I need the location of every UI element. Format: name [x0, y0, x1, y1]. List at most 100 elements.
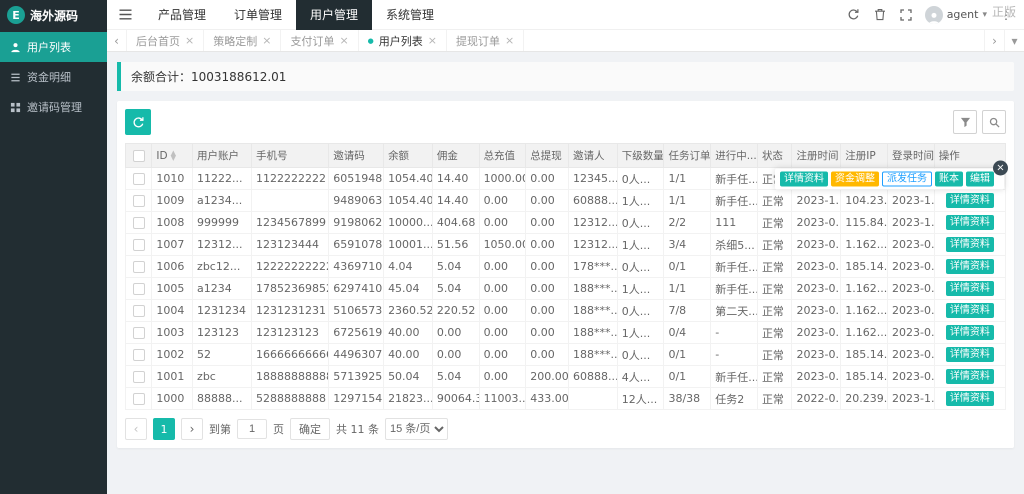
row-checkbox[interactable]: [133, 371, 145, 383]
next-page-button[interactable]: ›: [181, 418, 203, 440]
menu-toggle-icon[interactable]: [107, 0, 144, 30]
details-button[interactable]: 详情资料: [946, 391, 994, 406]
sidebar-item-user-list[interactable]: 用户列表: [0, 32, 107, 62]
table-header: ID ▲▼ 用户账户 手机号 邀请码 余额 佣金 总充值 总提现 邀请人: [126, 144, 1006, 168]
prev-page-button[interactable]: ‹: [125, 418, 147, 440]
more-vertical-icon[interactable]: ⋮: [994, 8, 1018, 22]
cell-invite-code: 6591078: [329, 234, 384, 256]
tab-strategy[interactable]: ● 策略定制 ×: [204, 30, 281, 51]
cell-in-progress: 杀细5...: [711, 234, 758, 256]
cell-task-orders: 1/1: [664, 190, 711, 212]
close-tab-icon[interactable]: ×: [505, 34, 514, 47]
confirm-page-button[interactable]: 确定: [290, 418, 330, 440]
goto-label: 到第: [209, 421, 231, 437]
cell-inviter: [568, 388, 617, 410]
details-button[interactable]: 详情资料: [946, 215, 994, 230]
close-tab-icon[interactable]: ×: [262, 34, 271, 47]
cell-task-orders: 3/4: [664, 234, 711, 256]
col-reg-time: 注册时间: [792, 144, 841, 168]
cell-phone: 1122222222: [251, 168, 328, 190]
row-checkbox[interactable]: [133, 217, 145, 229]
table-row: 1001 zbc 18888888888 5713925 50.04 5.04 …: [126, 366, 1006, 388]
details-button[interactable]: 详情资料: [780, 171, 828, 186]
tab-pay-orders[interactable]: ● 支付订单 ×: [281, 30, 358, 51]
tab-user-list[interactable]: ● 用户列表 ×: [359, 30, 447, 51]
row-checkbox[interactable]: [133, 349, 145, 361]
close-tab-icon[interactable]: ×: [428, 34, 437, 47]
cell-task-orders: 0/1: [664, 366, 711, 388]
ledger-button[interactable]: 账本: [935, 171, 963, 186]
search-button[interactable]: [982, 110, 1006, 134]
row-checkbox[interactable]: [133, 239, 145, 251]
cell-account: 12312...: [193, 234, 252, 256]
cell-reg-time: 2023-0...: [792, 234, 841, 256]
search-icon: [989, 117, 1000, 128]
row-checkbox[interactable]: [133, 305, 145, 317]
col-id[interactable]: ID ▲▼: [152, 144, 193, 168]
row-checkbox[interactable]: [133, 195, 145, 207]
row-checkbox[interactable]: [133, 327, 145, 339]
refresh-table-button[interactable]: [125, 109, 151, 135]
col-reg-ip: 注册IP: [841, 144, 888, 168]
details-button[interactable]: 详情资料: [946, 237, 994, 252]
user-table: ID ▲▼ 用户账户 手机号 邀请码 余额 佣金 总充值 总提现 邀请人: [125, 143, 1006, 410]
sidebar-item-funds-detail[interactable]: 资金明细: [0, 62, 107, 92]
details-button[interactable]: 详情资料: [946, 303, 994, 318]
assign-task-button[interactable]: 派发任务: [882, 171, 932, 186]
cell-invite-code: 5713925: [329, 366, 384, 388]
cell-total-recharge: 0.00: [479, 366, 526, 388]
page-size-select[interactable]: 15 条/页: [385, 418, 448, 440]
cell-total-withdraw: 0.00: [526, 212, 569, 234]
fullscreen-icon[interactable]: [894, 0, 918, 30]
nav-item-system[interactable]: 系统管理: [372, 0, 448, 30]
page-number-current[interactable]: 1: [153, 418, 175, 440]
select-all-checkbox[interactable]: [133, 150, 145, 162]
tabs-scroll-left-icon[interactable]: ‹: [107, 30, 127, 51]
clear-cache-icon[interactable]: [868, 0, 892, 30]
cell-in-progress: -: [711, 344, 758, 366]
sidebar-item-invite-code[interactable]: 邀请码管理: [0, 92, 107, 122]
details-button[interactable]: 详情资料: [946, 259, 994, 274]
tab-withdraw-orders[interactable]: ● 提现订单 ×: [447, 30, 524, 51]
tabs-menu-icon[interactable]: ▾: [1004, 30, 1024, 51]
cell-commission: 5.04: [432, 256, 479, 278]
funds-adjust-button[interactable]: 资金调整: [831, 171, 879, 186]
topnav-right: agent ▾ ⋮: [842, 0, 1024, 30]
edit-button[interactable]: 编辑: [966, 171, 994, 186]
nav-item-orders[interactable]: 订单管理: [220, 0, 296, 30]
cell-status: 正常: [757, 388, 792, 410]
close-tab-icon[interactable]: ×: [185, 34, 194, 47]
row-checkbox[interactable]: [133, 393, 145, 405]
refresh-icon[interactable]: [842, 0, 866, 30]
row-checkbox[interactable]: [133, 261, 145, 273]
close-tab-icon[interactable]: ×: [339, 34, 348, 47]
op-cell: 详情资料: [934, 322, 1005, 344]
tab-label: 策略定制: [213, 33, 257, 49]
details-button[interactable]: 详情资料: [946, 325, 994, 340]
total-count-label: 共 11 条: [336, 421, 379, 437]
cell-login-time: 2023-1...: [887, 388, 934, 410]
details-button[interactable]: 详情资料: [946, 193, 994, 208]
tabs-scroll-right-icon[interactable]: ›: [984, 30, 1004, 51]
nav-item-users[interactable]: 用户管理: [296, 0, 372, 30]
nav-item-products[interactable]: 产品管理: [144, 0, 220, 30]
row-checkbox[interactable]: [133, 173, 145, 185]
close-actions-icon[interactable]: ×: [993, 160, 1008, 175]
tab-dashboard[interactable]: ● 后台首页 ×: [127, 30, 204, 51]
user-menu[interactable]: agent ▾: [920, 6, 992, 24]
cell-total-withdraw: 0.00: [526, 168, 569, 190]
filter-columns-button[interactable]: [953, 110, 977, 134]
details-button[interactable]: 详情资料: [946, 369, 994, 384]
col-status: 状态: [757, 144, 792, 168]
cell-commission: 5.04: [432, 278, 479, 300]
details-button[interactable]: 详情资料: [946, 347, 994, 362]
cell-subordinates: 0人...: [617, 300, 664, 322]
details-button[interactable]: 详情资料: [946, 281, 994, 296]
row-checkbox[interactable]: [133, 283, 145, 295]
cell-invite-code: 4369710: [329, 256, 384, 278]
op-cell: 详情资料: [934, 388, 1005, 410]
sort-icon[interactable]: ▲▼: [171, 151, 176, 160]
goto-page-input[interactable]: [237, 419, 267, 439]
cell-phone: 16666666666: [251, 344, 328, 366]
op-cell: 详情资料: [934, 300, 1005, 322]
